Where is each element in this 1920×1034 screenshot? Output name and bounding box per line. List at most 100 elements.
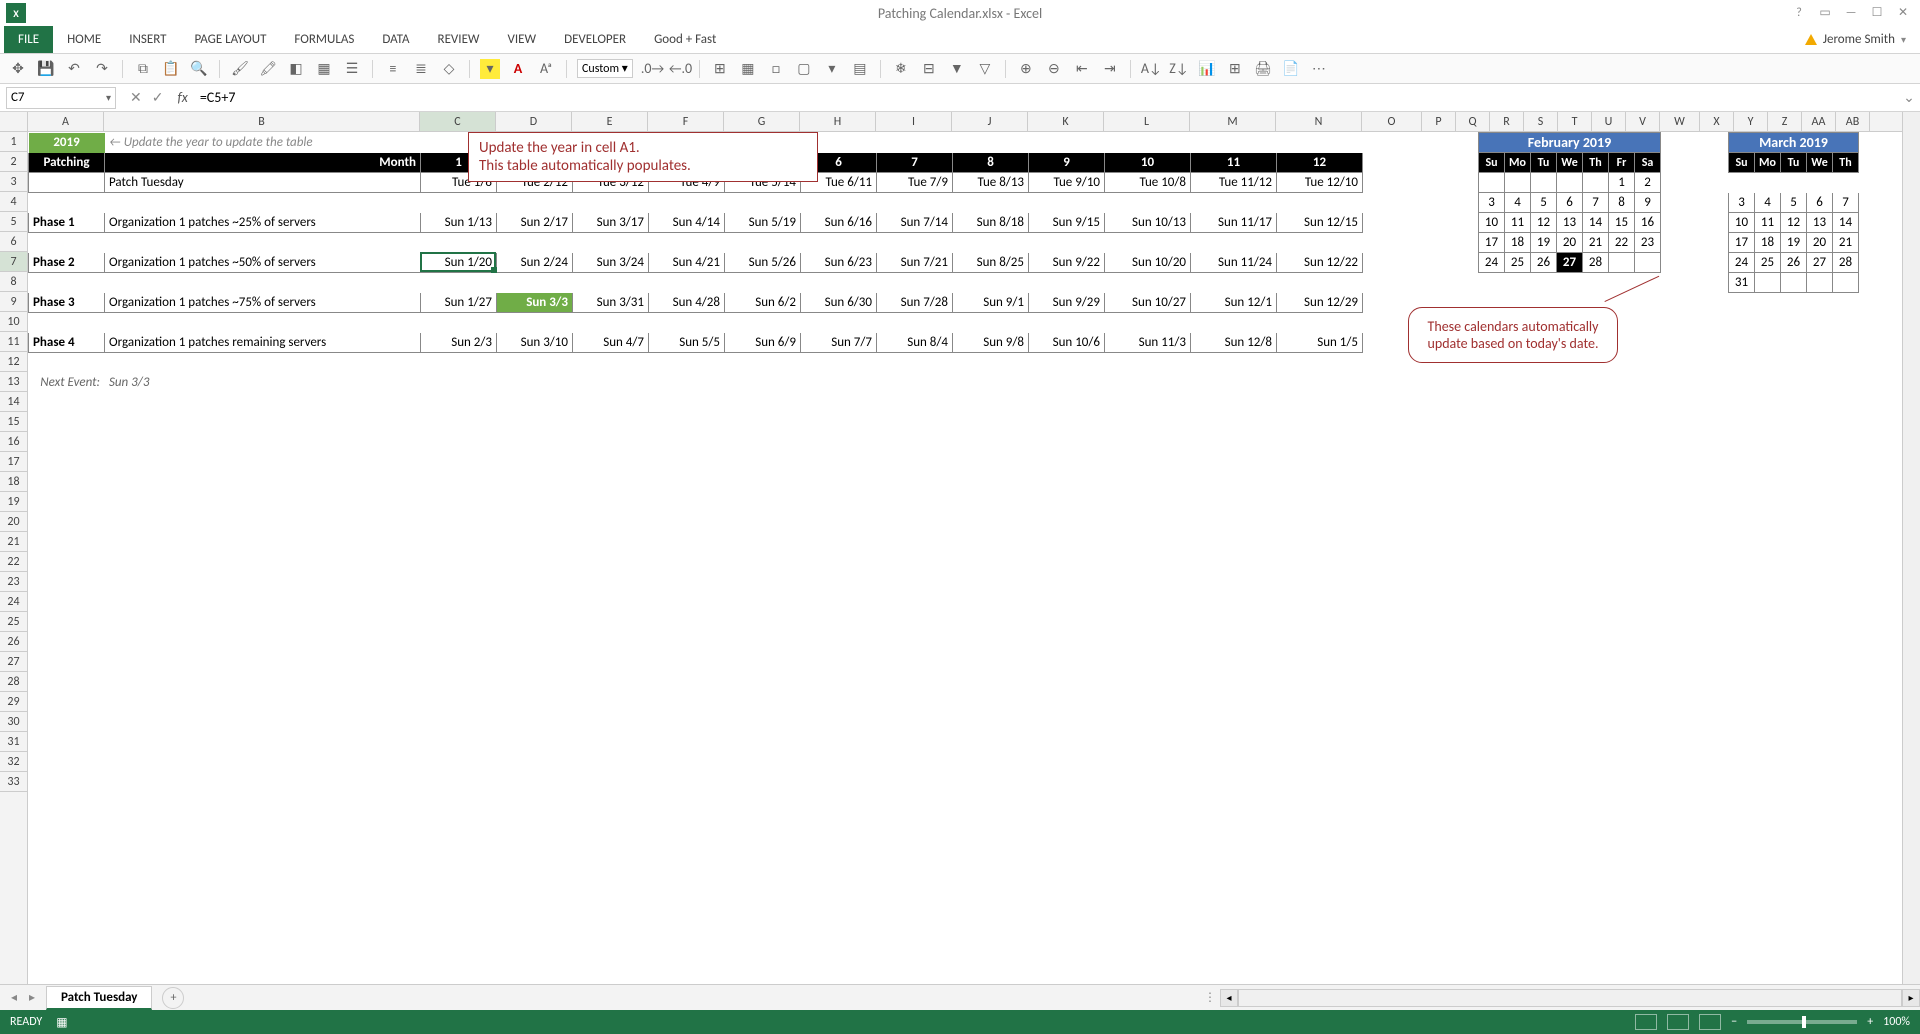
mini-calendar-mar[interactable]: March 2019SuMoTuWeTh34567101112131417181…: [1728, 132, 1859, 293]
cal-day[interactable]: 9: [1635, 193, 1661, 213]
cal-day[interactable]: 11: [1505, 213, 1531, 233]
cell-date[interactable]: Sun 7/14: [877, 213, 953, 233]
indent-left-icon[interactable]: ⇤: [1072, 59, 1092, 79]
sort-asc-icon[interactable]: A↓: [1141, 59, 1161, 79]
freeze-icon[interactable]: ❄: [891, 59, 911, 79]
row-header-8[interactable]: 8: [0, 272, 27, 292]
cell-date[interactable]: Sun 9/22: [1029, 253, 1105, 273]
vertical-scrollbar[interactable]: [1902, 112, 1920, 984]
cell-date[interactable]: Sun 12/15: [1277, 213, 1363, 233]
cell-date[interactable]: Sun 6/23: [801, 253, 877, 273]
cell-date[interactable]: Sun 9/15: [1029, 213, 1105, 233]
row-header-3[interactable]: 3: [0, 172, 27, 192]
cell-date[interactable]: Sun 3/10: [497, 333, 573, 353]
undo-icon[interactable]: ↶: [64, 59, 84, 79]
cell-date[interactable]: Sun 4/7: [573, 333, 649, 353]
user-name[interactable]: Jerome Smith: [1823, 32, 1895, 47]
row-header-7[interactable]: 7: [0, 252, 27, 272]
cal-day[interactable]: 16: [1635, 213, 1661, 233]
cell-date[interactable]: Sun 6/9: [725, 333, 801, 353]
col-header-X[interactable]: X: [1700, 112, 1734, 131]
cal-day[interactable]: [1781, 173, 1807, 193]
border-all-icon[interactable]: ▦: [738, 59, 758, 79]
normal-view-icon[interactable]: [1635, 1014, 1657, 1030]
row-header-33[interactable]: 33: [0, 772, 27, 792]
cell-phase[interactable]: Phase 3: [29, 293, 105, 313]
print-icon[interactable]: 🖨: [1253, 59, 1273, 79]
cal-day[interactable]: 5: [1781, 193, 1807, 213]
col-header-N[interactable]: N: [1276, 112, 1362, 131]
font-color-icon[interactable]: A: [508, 59, 528, 79]
row-header-25[interactable]: 25: [0, 612, 27, 632]
cell-date[interactable]: Sun 3/17: [573, 213, 649, 233]
cell-phase[interactable]: Phase 1: [29, 213, 105, 233]
cell-date[interactable]: Sun 10/13: [1105, 213, 1191, 233]
cal-day[interactable]: 6: [1807, 193, 1833, 213]
number-format-select[interactable]: Custom ▾: [577, 59, 633, 78]
cell-date[interactable]: Sun 6/30: [801, 293, 877, 313]
cell-date[interactable]: Sun 12/8: [1191, 333, 1277, 353]
cell-date[interactable]: Sun 10/20: [1105, 253, 1191, 273]
cal-day[interactable]: [1833, 173, 1859, 193]
row-header-12[interactable]: 12: [0, 352, 27, 372]
enter-formula-icon[interactable]: ✓: [152, 89, 164, 106]
sheet-nav-last-icon[interactable]: ▸: [24, 990, 40, 1005]
shapes-icon[interactable]: ◇: [439, 59, 459, 79]
cell-date[interactable]: Sun 1/27: [421, 293, 497, 313]
paste-icon[interactable]: 📋: [161, 59, 181, 79]
cal-day[interactable]: 19: [1531, 233, 1557, 253]
cell-date[interactable]: Sun 6/2: [725, 293, 801, 313]
cal-day[interactable]: 20: [1557, 233, 1583, 253]
cal-day[interactable]: [1531, 173, 1557, 193]
cell-date[interactable]: Sun 10/27: [1105, 293, 1191, 313]
cell-date[interactable]: Sun 9/29: [1029, 293, 1105, 313]
cell-date[interactable]: Sun 8/18: [953, 213, 1029, 233]
row-header-19[interactable]: 19: [0, 492, 27, 512]
cal-day[interactable]: [1807, 273, 1833, 293]
cal-day[interactable]: 24: [1479, 253, 1505, 273]
cal-day[interactable]: 21: [1833, 233, 1859, 253]
cal-day[interactable]: 17: [1479, 233, 1505, 253]
eraser-icon[interactable]: ◧: [286, 59, 306, 79]
cell-phase[interactable]: [29, 173, 105, 193]
row-header-16[interactable]: 16: [0, 432, 27, 452]
cell-month-12[interactable]: 12: [1277, 153, 1363, 173]
cal-day[interactable]: 26: [1531, 253, 1557, 273]
cell-phase[interactable]: Phase 2: [29, 253, 105, 273]
cal-day[interactable]: [1479, 173, 1505, 193]
cal-day[interactable]: 4: [1505, 193, 1531, 213]
zoom-in-icon[interactable]: +: [1867, 1015, 1873, 1029]
border-more-icon[interactable]: ▾: [822, 59, 842, 79]
col-header-U[interactable]: U: [1592, 112, 1626, 131]
cal-day[interactable]: 22: [1609, 233, 1635, 253]
tab-good-fast[interactable]: Good + Fast: [640, 26, 730, 53]
cell-date[interactable]: Sun 5/5: [649, 333, 725, 353]
cell-month-7[interactable]: 7: [877, 153, 953, 173]
col-header-M[interactable]: M: [1190, 112, 1276, 131]
cal-day[interactable]: [1583, 173, 1609, 193]
cell-date[interactable]: Tue 10/8: [1105, 173, 1191, 193]
zoom-slider[interactable]: [1747, 1020, 1857, 1024]
scroll-left-icon[interactable]: ◂: [1220, 989, 1238, 1007]
tab-page-layout[interactable]: PAGE LAYOUT: [181, 26, 281, 53]
row-header-14[interactable]: 14: [0, 392, 27, 412]
row-header-13[interactable]: 13: [0, 372, 27, 392]
cal-day[interactable]: 13: [1557, 213, 1583, 233]
cal-day[interactable]: [1505, 173, 1531, 193]
delete-cells-icon[interactable]: ⊖: [1044, 59, 1064, 79]
row-header-22[interactable]: 22: [0, 552, 27, 572]
cell-month-9[interactable]: 9: [1029, 153, 1105, 173]
row-header-15[interactable]: 15: [0, 412, 27, 432]
row-header-21[interactable]: 21: [0, 532, 27, 552]
cell-desc[interactable]: Organization 1 patches ~25% of servers: [105, 213, 421, 233]
row-header-17[interactable]: 17: [0, 452, 27, 472]
col-header-S[interactable]: S: [1524, 112, 1558, 131]
cal-day[interactable]: 21: [1583, 233, 1609, 253]
clear-filter-icon[interactable]: ▽: [975, 59, 995, 79]
col-header-J[interactable]: J: [952, 112, 1028, 131]
cal-day[interactable]: [1807, 173, 1833, 193]
cal-day[interactable]: [1729, 173, 1755, 193]
row-header-24[interactable]: 24: [0, 592, 27, 612]
page-setup-icon[interactable]: 📄: [1281, 59, 1301, 79]
col-header-P[interactable]: P: [1422, 112, 1456, 131]
